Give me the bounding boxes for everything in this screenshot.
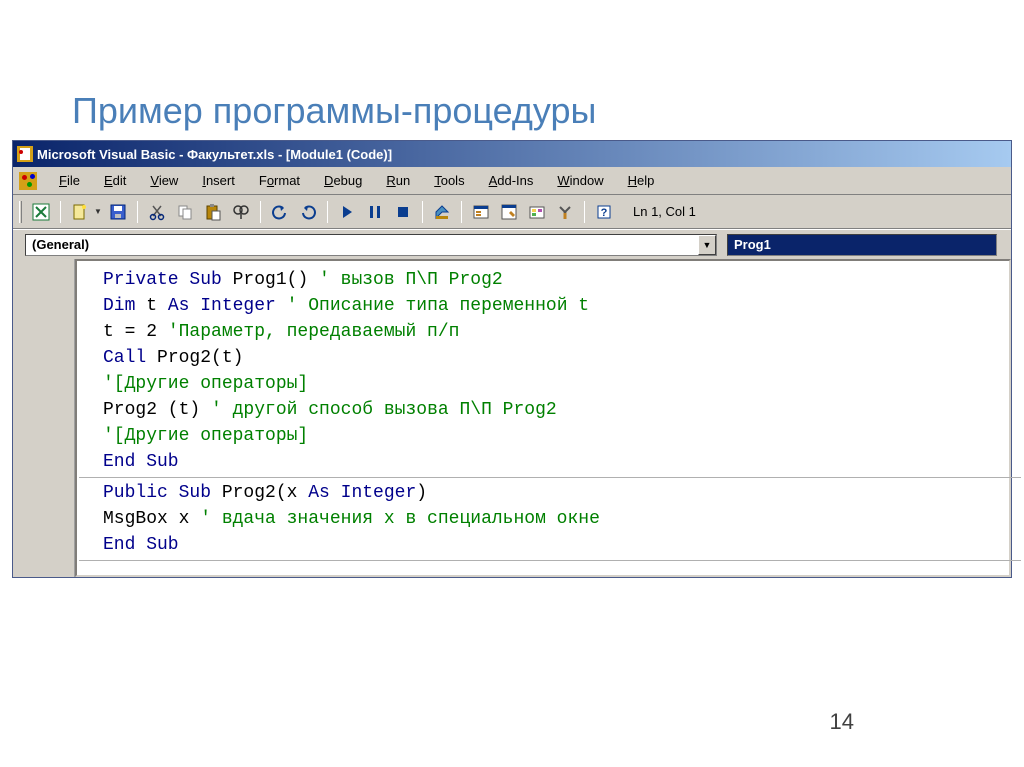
toolbar: ▼: [13, 195, 1011, 229]
redo-button[interactable]: [295, 199, 321, 225]
reset-button[interactable]: [390, 199, 416, 225]
separator-icon: [327, 201, 328, 223]
find-button[interactable]: [228, 199, 254, 225]
slide-title: Пример программы-процедуры: [72, 90, 596, 132]
svg-text:?: ?: [601, 207, 608, 219]
paste-button[interactable]: [200, 199, 226, 225]
procedure-separator: [79, 560, 1021, 561]
new-button[interactable]: [67, 199, 93, 225]
break-button[interactable]: [362, 199, 388, 225]
menu-tools[interactable]: Tools: [422, 169, 476, 192]
separator-icon: [422, 201, 423, 223]
project-explorer-button[interactable]: [468, 199, 494, 225]
chevron-down-icon[interactable]: ▼: [698, 235, 716, 255]
app-icon: [17, 146, 33, 162]
titlebar-text: Microsoft Visual Basic - Факультет.xls -…: [37, 147, 392, 162]
cursor-position: Ln 1, Col 1: [633, 204, 696, 219]
vb-editor-window: Microsoft Visual Basic - Факультет.xls -…: [12, 140, 1012, 578]
new-dropdown[interactable]: ▼: [93, 199, 103, 225]
menu-insert[interactable]: Insert: [190, 169, 247, 192]
menu-edit[interactable]: Edit: [92, 169, 138, 192]
mdi-icon: [19, 172, 37, 190]
code-area: Private Sub Prog1() ' вызов П\П Prog2 Di…: [13, 259, 1011, 577]
separator-icon: [137, 201, 138, 223]
code-editor[interactable]: Private Sub Prog1() ' вызов П\П Prog2 Di…: [75, 259, 1011, 577]
toolbox-button[interactable]: [552, 199, 578, 225]
menu-file[interactable]: File: [47, 169, 92, 192]
margin-indicator-bar: [13, 259, 75, 577]
menu-format[interactable]: Format: [247, 169, 312, 192]
object-combo-text: (General): [26, 237, 698, 252]
grip-icon: [19, 201, 22, 223]
cut-button[interactable]: [144, 199, 170, 225]
run-button[interactable]: [334, 199, 360, 225]
save-button[interactable]: [105, 199, 131, 225]
procedure-combo[interactable]: Prog1: [727, 234, 997, 256]
separator-icon: [260, 201, 261, 223]
excel-icon[interactable]: [28, 199, 54, 225]
menu-debug[interactable]: Debug: [312, 169, 374, 192]
procedure-separator: [79, 477, 1021, 478]
separator-icon: [461, 201, 462, 223]
design-mode-button[interactable]: [429, 199, 455, 225]
copy-button[interactable]: [172, 199, 198, 225]
menu-window[interactable]: Window: [545, 169, 615, 192]
properties-button[interactable]: [496, 199, 522, 225]
object-combo[interactable]: (General) ▼: [25, 234, 717, 256]
menubar: File Edit View Insert Format Debug Run T…: [13, 167, 1011, 195]
separator-icon: [584, 201, 585, 223]
undo-button[interactable]: [267, 199, 293, 225]
menu-view[interactable]: View: [138, 169, 190, 192]
page-number: 14: [830, 709, 854, 735]
object-browser-button[interactable]: [524, 199, 550, 225]
menu-run[interactable]: Run: [374, 169, 422, 192]
titlebar: Microsoft Visual Basic - Факультет.xls -…: [13, 141, 1011, 167]
procedure-combo-text: Prog1: [728, 237, 996, 252]
menu-help[interactable]: Help: [616, 169, 667, 192]
object-proc-row: (General) ▼ Prog1: [13, 229, 1011, 259]
menu-addins[interactable]: Add-Ins: [477, 169, 546, 192]
separator-icon: [60, 201, 61, 223]
help-button[interactable]: ?: [591, 199, 617, 225]
